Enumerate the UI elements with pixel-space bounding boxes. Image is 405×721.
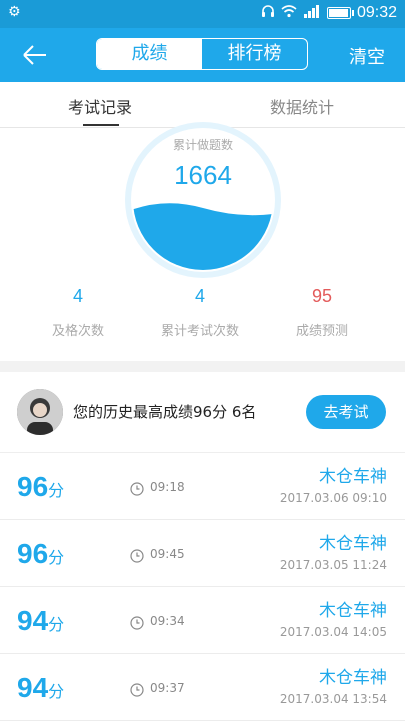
list-item[interactable]: 94分 09:34 木仓车神 2017.03.04 14:05	[0, 587, 405, 654]
clock-icon	[130, 481, 144, 496]
summary-panel: 累计做题数 1664 4 及格次数 4 累计考试次数 95 成绩预测	[0, 122, 405, 361]
score-value: 94	[17, 605, 49, 636]
list-item[interactable]: 94分 09:37 木仓车神 2017.03.04 13:54	[0, 654, 405, 721]
score-unit: 分	[48, 550, 65, 567]
record-list: 96分 09:18 木仓车神 2017.03.06 09:10 96分 09:4…	[0, 453, 405, 721]
stat-value: 4	[72, 286, 83, 306]
stat-score-prediction: 95 成绩预测	[262, 286, 382, 339]
score-unit: 分	[48, 483, 65, 500]
record-date: 2017.03.06 09:10	[279, 491, 387, 505]
wifi-icon	[281, 4, 297, 22]
user-name: 木仓车神	[319, 668, 387, 688]
headphones-icon	[261, 4, 275, 22]
active-tab-indicator	[83, 124, 119, 126]
score-value: 96	[17, 538, 49, 569]
user-name: 木仓车神	[319, 534, 387, 554]
duration: 09:37	[150, 681, 185, 695]
back-arrow-icon[interactable]	[20, 40, 50, 70]
gear-icon: ⚙	[8, 4, 21, 20]
tab-exam-records[interactable]: 考试记录	[68, 94, 132, 118]
signal-icon	[303, 4, 321, 22]
stat-exam-count: 4 累计考试次数	[140, 286, 260, 339]
record-date: 2017.03.04 14:05	[279, 625, 387, 639]
duration: 09:18	[150, 480, 185, 494]
clock-icon	[130, 548, 144, 563]
best-score-bar: 您的历史最高成绩96分 6名 去考试	[0, 372, 405, 453]
clock-icon	[130, 682, 144, 697]
tab-leaderboard[interactable]: 排行榜	[202, 39, 307, 69]
score-unit: 分	[48, 617, 65, 634]
score-value: 94	[17, 672, 49, 703]
tab-statistics[interactable]: 数据统计	[270, 94, 334, 118]
total-questions-label: 累计做题数	[172, 138, 233, 152]
total-questions-value: 1664	[174, 160, 232, 190]
app-bar: 成绩 排行榜 清空	[0, 28, 405, 82]
score-value: 96	[17, 471, 49, 502]
status-time: 09:32	[356, 4, 397, 21]
stat-value: 95	[311, 286, 333, 306]
stat-pass-count: 4 及格次数	[18, 286, 138, 339]
list-item[interactable]: 96分 09:45 木仓车神 2017.03.05 11:24	[0, 520, 405, 587]
progress-circle: 累计做题数 1664	[121, 118, 285, 282]
status-bar: ⚙ 09:32	[0, 0, 405, 28]
go-exam-button[interactable]: 去考试	[306, 395, 386, 429]
stat-label: 成绩预测	[295, 324, 348, 339]
score-unit: 分	[48, 684, 65, 701]
avatar	[17, 389, 63, 435]
list-item[interactable]: 96分 09:18 木仓车神 2017.03.06 09:10	[0, 453, 405, 520]
segment-control: 成绩 排行榜	[96, 38, 308, 70]
best-score-text: 您的历史最高成绩96分 6名	[73, 403, 257, 421]
stat-label: 累计考试次数	[160, 324, 239, 339]
clock-icon	[130, 615, 144, 630]
user-name: 木仓车神	[319, 601, 387, 621]
duration: 09:45	[150, 547, 185, 561]
record-date: 2017.03.05 11:24	[279, 558, 387, 572]
stat-label: 及格次数	[51, 324, 104, 339]
record-date: 2017.03.04 13:54	[279, 692, 387, 706]
tab-scores[interactable]: 成绩	[97, 39, 202, 69]
duration: 09:34	[150, 614, 185, 628]
battery-icon	[326, 7, 354, 19]
user-name: 木仓车神	[319, 467, 387, 487]
clear-button[interactable]: 清空	[349, 43, 385, 69]
stat-value: 4	[194, 286, 205, 306]
